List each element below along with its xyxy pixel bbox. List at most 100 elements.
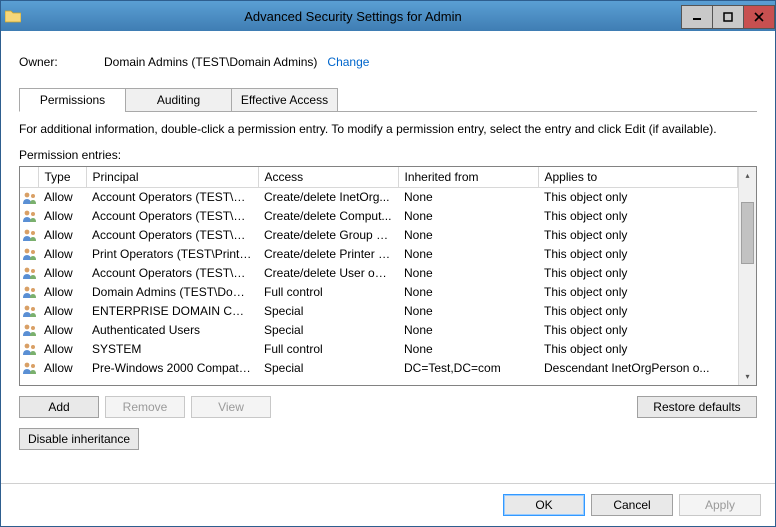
scroll-down-arrow-icon[interactable]: ▾ (739, 368, 756, 385)
cell-principal: ENTERPRISE DOMAIN CONT... (86, 302, 258, 321)
col-access[interactable]: Access (258, 167, 398, 188)
group-icon (20, 226, 38, 245)
cell-applies: This object only (538, 207, 738, 226)
cell-applies: This object only (538, 188, 738, 207)
cell-principal: Account Operators (TEST\Ac... (86, 207, 258, 226)
cell-principal: Print Operators (TEST\Print ... (86, 245, 258, 264)
cell-inherited: None (398, 188, 538, 207)
cell-inherited: None (398, 226, 538, 245)
group-icon (20, 302, 38, 321)
window-controls (681, 5, 775, 27)
table-row[interactable]: AllowAccount Operators (TEST\Ac...Create… (20, 207, 738, 226)
owner-row: Owner: Domain Admins (TEST\Domain Admins… (19, 55, 757, 69)
cell-principal: Account Operators (TEST\Ac... (86, 226, 258, 245)
cell-applies: This object only (538, 245, 738, 264)
cell-access: Create/delete Group o... (258, 226, 398, 245)
vertical-scrollbar[interactable]: ▴ ▾ (738, 167, 756, 385)
cell-access: Special (258, 302, 398, 321)
entry-buttons-row: Add Remove View Restore defaults (19, 396, 757, 418)
cell-type: Allow (38, 188, 86, 207)
cell-principal: SYSTEM (86, 340, 258, 359)
col-applies[interactable]: Applies to (538, 167, 738, 188)
cell-inherited: None (398, 283, 538, 302)
cell-inherited: DC=Test,DC=com (398, 359, 538, 378)
table-row[interactable]: AllowDomain Admins (TEST\Dom...Full cont… (20, 283, 738, 302)
cell-inherited: None (398, 207, 538, 226)
ok-button[interactable]: OK (503, 494, 585, 516)
tab-effective-access[interactable]: Effective Access (231, 88, 338, 112)
cell-type: Allow (38, 321, 86, 340)
folder-icon (1, 1, 25, 31)
cell-access: Create/delete User obj... (258, 264, 398, 283)
group-icon (20, 245, 38, 264)
table-row[interactable]: AllowSYSTEMFull controlNoneThis object o… (20, 340, 738, 359)
group-icon (20, 359, 38, 378)
cell-inherited: None (398, 302, 538, 321)
restore-defaults-button[interactable]: Restore defaults (637, 396, 757, 418)
owner-label: Owner: (19, 55, 104, 69)
cancel-button[interactable]: Cancel (591, 494, 673, 516)
scroll-thumb[interactable] (741, 202, 754, 264)
tab-content: For additional information, double-click… (19, 112, 757, 473)
table-row[interactable]: AllowAccount Operators (TEST\Ac...Create… (20, 264, 738, 283)
col-type[interactable]: Type (38, 167, 86, 188)
cell-type: Allow (38, 226, 86, 245)
cell-principal: Pre-Windows 2000 Compatib... (86, 359, 258, 378)
cell-inherited: None (398, 340, 538, 359)
cell-applies: This object only (538, 226, 738, 245)
cell-access: Create/delete Printer o... (258, 245, 398, 264)
tab-permissions[interactable]: Permissions (19, 88, 126, 112)
table-row[interactable]: AllowAccount Operators (TEST\Ac...Create… (20, 226, 738, 245)
cell-principal: Domain Admins (TEST\Dom... (86, 283, 258, 302)
group-icon (20, 207, 38, 226)
cell-access: Full control (258, 340, 398, 359)
dialog-buttons: OK Cancel Apply (1, 483, 775, 526)
cell-type: Allow (38, 359, 86, 378)
minimize-button[interactable] (681, 5, 713, 29)
group-icon (20, 321, 38, 340)
col-principal[interactable]: Principal (86, 167, 258, 188)
table-row[interactable]: AllowAccount Operators (TEST\Ac...Create… (20, 188, 738, 207)
owner-value: Domain Admins (TEST\Domain Admins) (104, 55, 317, 69)
cell-applies: This object only (538, 283, 738, 302)
cell-type: Allow (38, 340, 86, 359)
permission-listview[interactable]: Type Principal Access Inherited from App… (19, 166, 757, 386)
cell-access: Create/delete InetOrg... (258, 188, 398, 207)
remove-button[interactable]: Remove (105, 396, 185, 418)
cell-principal: Authenticated Users (86, 321, 258, 340)
add-button[interactable]: Add (19, 396, 99, 418)
group-icon (20, 264, 38, 283)
close-button[interactable] (743, 5, 775, 29)
scroll-track[interactable] (739, 184, 756, 368)
window-frame: Advanced Security Settings for Admin Own… (0, 0, 776, 527)
cell-applies: This object only (538, 340, 738, 359)
window-title: Advanced Security Settings for Admin (25, 9, 681, 24)
client-area: Owner: Domain Admins (TEST\Domain Admins… (1, 31, 775, 483)
tabstrip: Permissions Auditing Effective Access (19, 87, 757, 112)
cell-applies: This object only (538, 302, 738, 321)
cell-access: Full control (258, 283, 398, 302)
col-inherited[interactable]: Inherited from (398, 167, 538, 188)
maximize-button[interactable] (712, 5, 744, 29)
table-row[interactable]: AllowPre-Windows 2000 Compatib...Special… (20, 359, 738, 378)
cell-inherited: None (398, 245, 538, 264)
disable-inheritance-button[interactable]: Disable inheritance (19, 428, 139, 450)
tab-auditing[interactable]: Auditing (125, 88, 232, 112)
table-row[interactable]: AllowPrint Operators (TEST\Print ...Crea… (20, 245, 738, 264)
cell-access: Special (258, 359, 398, 378)
apply-button[interactable]: Apply (679, 494, 761, 516)
scroll-up-arrow-icon[interactable]: ▴ (739, 167, 756, 184)
cell-type: Allow (38, 207, 86, 226)
cell-type: Allow (38, 264, 86, 283)
column-header-row[interactable]: Type Principal Access Inherited from App… (20, 167, 738, 188)
view-button[interactable]: View (191, 396, 271, 418)
table-row[interactable]: AllowAuthenticated UsersSpecialNoneThis … (20, 321, 738, 340)
cell-inherited: None (398, 264, 538, 283)
cell-type: Allow (38, 245, 86, 264)
cell-type: Allow (38, 283, 86, 302)
titlebar: Advanced Security Settings for Admin (1, 1, 775, 31)
table-row[interactable]: AllowENTERPRISE DOMAIN CONT...SpecialNon… (20, 302, 738, 321)
change-owner-link[interactable]: Change (327, 55, 369, 69)
cell-principal: Account Operators (TEST\Ac... (86, 188, 258, 207)
group-icon (20, 283, 38, 302)
